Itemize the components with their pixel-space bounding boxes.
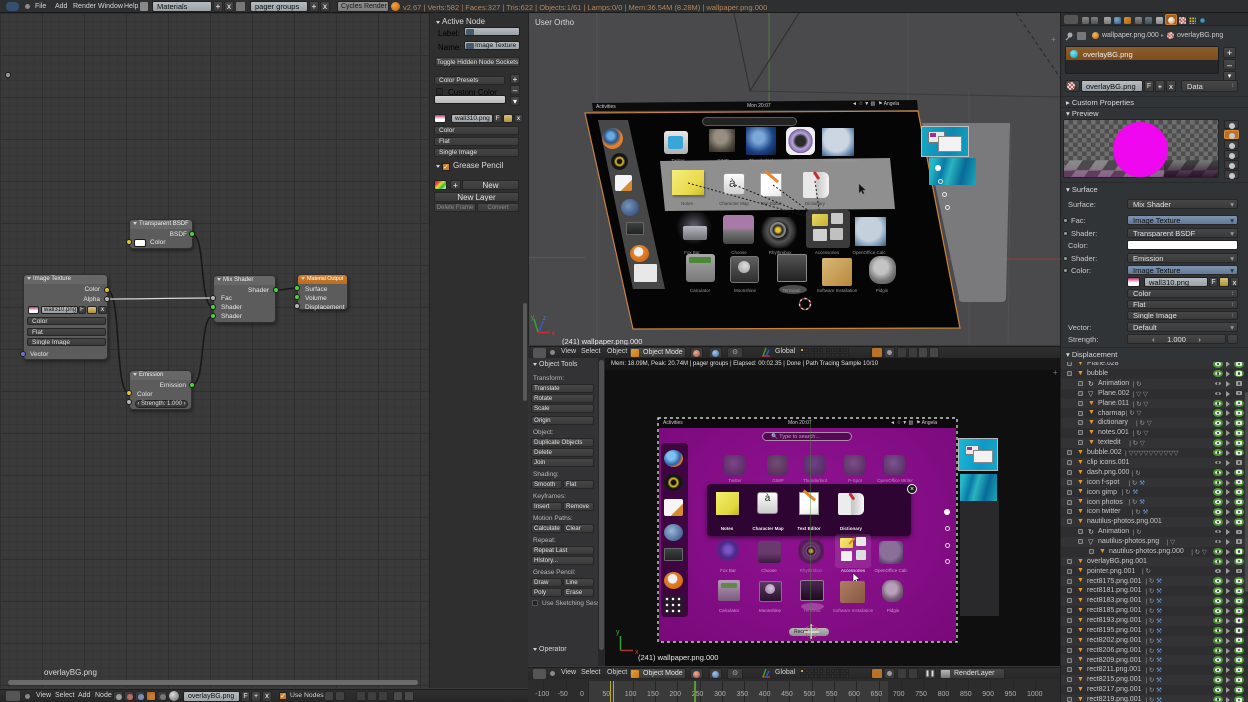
svg-text:y: y: [531, 315, 534, 321]
svg-text:z: z: [543, 316, 546, 322]
svg-text:x: x: [552, 331, 555, 337]
svg-text:y: y: [616, 629, 620, 636]
